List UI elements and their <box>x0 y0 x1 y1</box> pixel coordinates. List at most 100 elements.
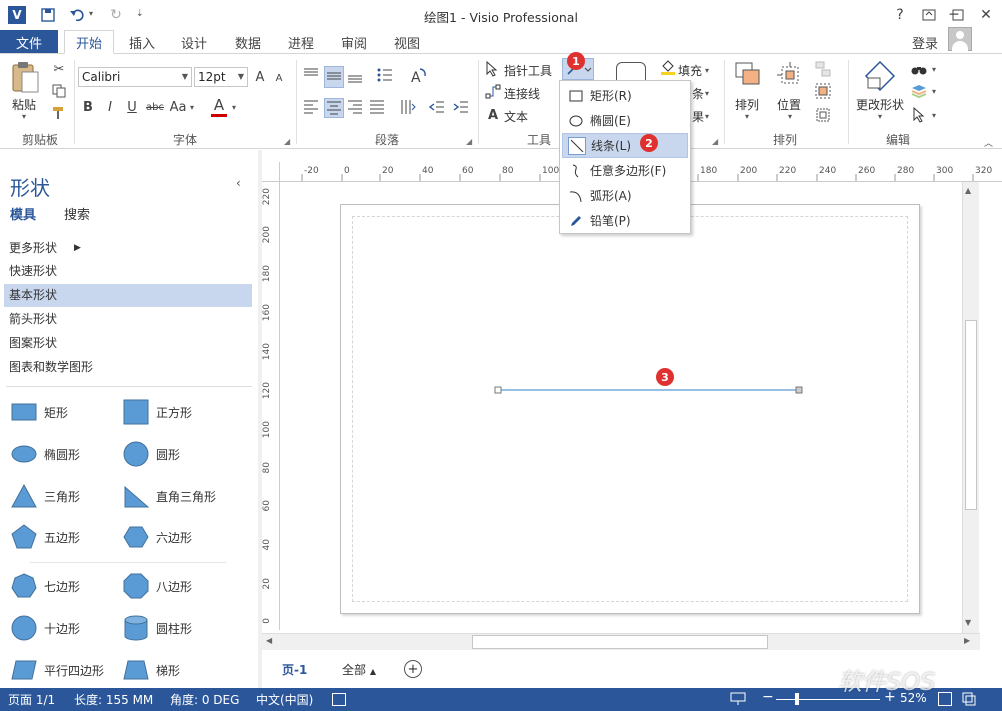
italic-button[interactable]: I <box>102 98 118 116</box>
collapse-panel-icon[interactable]: ‹ <box>236 176 241 190</box>
align-top-icon[interactable] <box>302 66 322 88</box>
shape-ellipse[interactable]: 椭圆形 <box>10 440 80 468</box>
macro-record-icon[interactable] <box>332 693 346 706</box>
menu-item-pencil[interactable]: 铅笔(P) <box>562 208 688 233</box>
vertical-scrollbar[interactable]: ▲ ▼ <box>962 182 979 633</box>
pointer-tool-button[interactable]: 指针工具 <box>504 62 552 79</box>
tab-design[interactable]: 设计 <box>170 30 218 54</box>
status-language[interactable]: 中文(中国) <box>256 691 313 708</box>
drawing-page[interactable] <box>340 204 920 614</box>
menu-item-line[interactable]: 线条(L) <box>562 133 688 158</box>
chevron-down-icon[interactable]: ▾ <box>788 112 792 121</box>
chevron-down-icon[interactable]: ▾ <box>705 112 709 121</box>
menu-item-arc[interactable]: 弧形(A) <box>562 183 688 208</box>
align-center-icon[interactable] <box>324 98 344 118</box>
horizontal-scrollbar[interactable]: ◀ ▶ <box>262 633 980 650</box>
tab-search[interactable]: 搜索 <box>64 204 90 223</box>
tab-insert[interactable]: 插入 <box>118 30 166 54</box>
shape-style-dialog-launcher-icon[interactable]: ◢ <box>712 137 718 146</box>
scroll-right-icon[interactable]: ▶ <box>964 636 970 645</box>
shape-circle[interactable]: 圆形 <box>122 440 180 468</box>
shape-pentagon[interactable]: 五边形 <box>10 523 80 551</box>
presentation-mode-icon[interactable] <box>730 692 746 706</box>
shape-hexagon[interactable]: 六边形 <box>122 523 192 551</box>
chevron-down-icon[interactable]: ▾ <box>190 103 194 112</box>
paste-icon[interactable] <box>10 60 44 94</box>
tab-data[interactable]: 数据 <box>224 30 272 54</box>
scroll-left-icon[interactable]: ◀ <box>266 636 272 645</box>
tab-stencils[interactable]: 模具 <box>10 204 36 223</box>
chevron-down-icon[interactable]: ▾ <box>932 65 936 74</box>
chevron-down-icon[interactable]: ▾ <box>705 66 709 75</box>
horizontal-scroll-thumb[interactable] <box>472 635 768 649</box>
login-link[interactable]: 登录 <box>912 33 938 52</box>
stencil-pattern-shapes[interactable]: 图案形状 <box>4 332 252 355</box>
stencil-chart-math-shapes[interactable]: 图表和数学图形 <box>4 356 252 379</box>
text-direction-icon[interactable] <box>398 98 418 118</box>
paragraph-dialog-launcher-icon[interactable]: ◢ <box>466 137 472 146</box>
connector-button[interactable]: 连接线 <box>504 85 540 102</box>
shrink-font-icon[interactable]: A <box>272 70 286 86</box>
text-tool-button[interactable]: 文本 <box>504 108 528 125</box>
strikethrough-button[interactable]: abc <box>145 98 165 116</box>
chevron-down-icon[interactable]: ▾ <box>932 87 936 96</box>
avatar[interactable] <box>948 27 972 51</box>
line-button[interactable]: 条 <box>692 85 704 102</box>
shape-trapezoid[interactable]: 梯形 <box>122 656 180 684</box>
switch-windows-icon[interactable] <box>962 692 976 706</box>
shape-decagon[interactable]: 十边形 <box>10 614 80 642</box>
ribbon-display-icon[interactable] <box>918 4 940 26</box>
text-rotate-icon[interactable]: A <box>408 66 430 88</box>
shape-cylinder[interactable]: 圆柱形 <box>122 614 192 642</box>
chevron-down-icon[interactable]: ▾ <box>878 112 882 121</box>
vertical-scroll-thumb[interactable] <box>965 320 977 510</box>
size-shapes-icon[interactable] <box>814 106 832 124</box>
zoom-slider-thumb[interactable] <box>795 693 799 705</box>
maximize-icon[interactable] <box>947 4 969 26</box>
shape-heptagon[interactable]: 七边形 <box>10 572 80 600</box>
shape-square[interactable]: 正方形 <box>122 398 192 426</box>
format-painter-icon[interactable] <box>50 104 68 122</box>
fit-page-icon[interactable] <box>938 692 952 706</box>
increase-indent-icon[interactable] <box>452 98 472 118</box>
layers-icon[interactable] <box>910 82 928 100</box>
change-case-button[interactable]: Aa <box>168 98 188 116</box>
align-middle-icon[interactable] <box>324 66 344 88</box>
close-icon[interactable]: ✕ <box>975 4 997 26</box>
align-shapes-icon[interactable] <box>814 60 832 78</box>
chevron-down-icon[interactable]: ▾ <box>932 111 936 120</box>
stencil-basic-shapes[interactable]: 基本形状 <box>4 284 252 307</box>
chevron-down-icon[interactable]: ▾ <box>232 103 236 112</box>
status-page[interactable]: 页面 1/1 <box>8 691 55 708</box>
font-dialog-launcher-icon[interactable]: ◢ <box>284 137 290 146</box>
shape-right-triangle[interactable]: 直角三角形 <box>122 482 216 510</box>
copy-icon[interactable] <box>50 82 68 100</box>
font-size-combo[interactable]: 12pt ▼ <box>194 67 248 87</box>
scroll-up-icon[interactable]: ▲ <box>965 186 971 195</box>
find-icon[interactable] <box>910 60 928 78</box>
font-color-button[interactable]: A <box>210 96 228 114</box>
fill-button[interactable]: 填充 <box>678 62 702 79</box>
shape-octagon[interactable]: 八边形 <box>122 572 192 600</box>
change-shape-button[interactable]: 更改形状 <box>856 96 904 113</box>
chevron-down-icon[interactable]: ▾ <box>745 112 749 121</box>
tab-view[interactable]: 视图 <box>383 30 431 54</box>
underline-button[interactable]: U <box>124 98 140 116</box>
help-button[interactable]: ? <box>889 4 911 26</box>
decrease-indent-icon[interactable] <box>428 98 448 118</box>
align-bottom-icon[interactable] <box>346 66 366 88</box>
zoom-out-icon[interactable]: − <box>762 689 774 705</box>
add-page-icon[interactable]: + <box>404 660 422 678</box>
paste-dropdown-icon[interactable]: ▾ <box>22 112 26 121</box>
shape-parallelogram[interactable]: 平行四边形 <box>10 656 104 684</box>
bullets-icon[interactable] <box>376 66 396 88</box>
drawing-canvas[interactable]: -20 0 20 40 60 80 100 180 200 220 240 26… <box>262 162 1002 650</box>
font-name-combo[interactable]: Calibri ▼ <box>78 67 192 87</box>
all-pages-button[interactable]: 全部 ▲ <box>342 661 376 678</box>
menu-item-ellipse[interactable]: 椭圆(E) <box>562 108 688 133</box>
tab-process[interactable]: 进程 <box>277 30 325 54</box>
justify-icon[interactable] <box>368 98 388 118</box>
drawn-line-shape[interactable] <box>341 205 921 615</box>
chevron-down-icon[interactable]: ▾ <box>705 89 709 98</box>
scroll-down-icon[interactable]: ▼ <box>965 618 971 627</box>
